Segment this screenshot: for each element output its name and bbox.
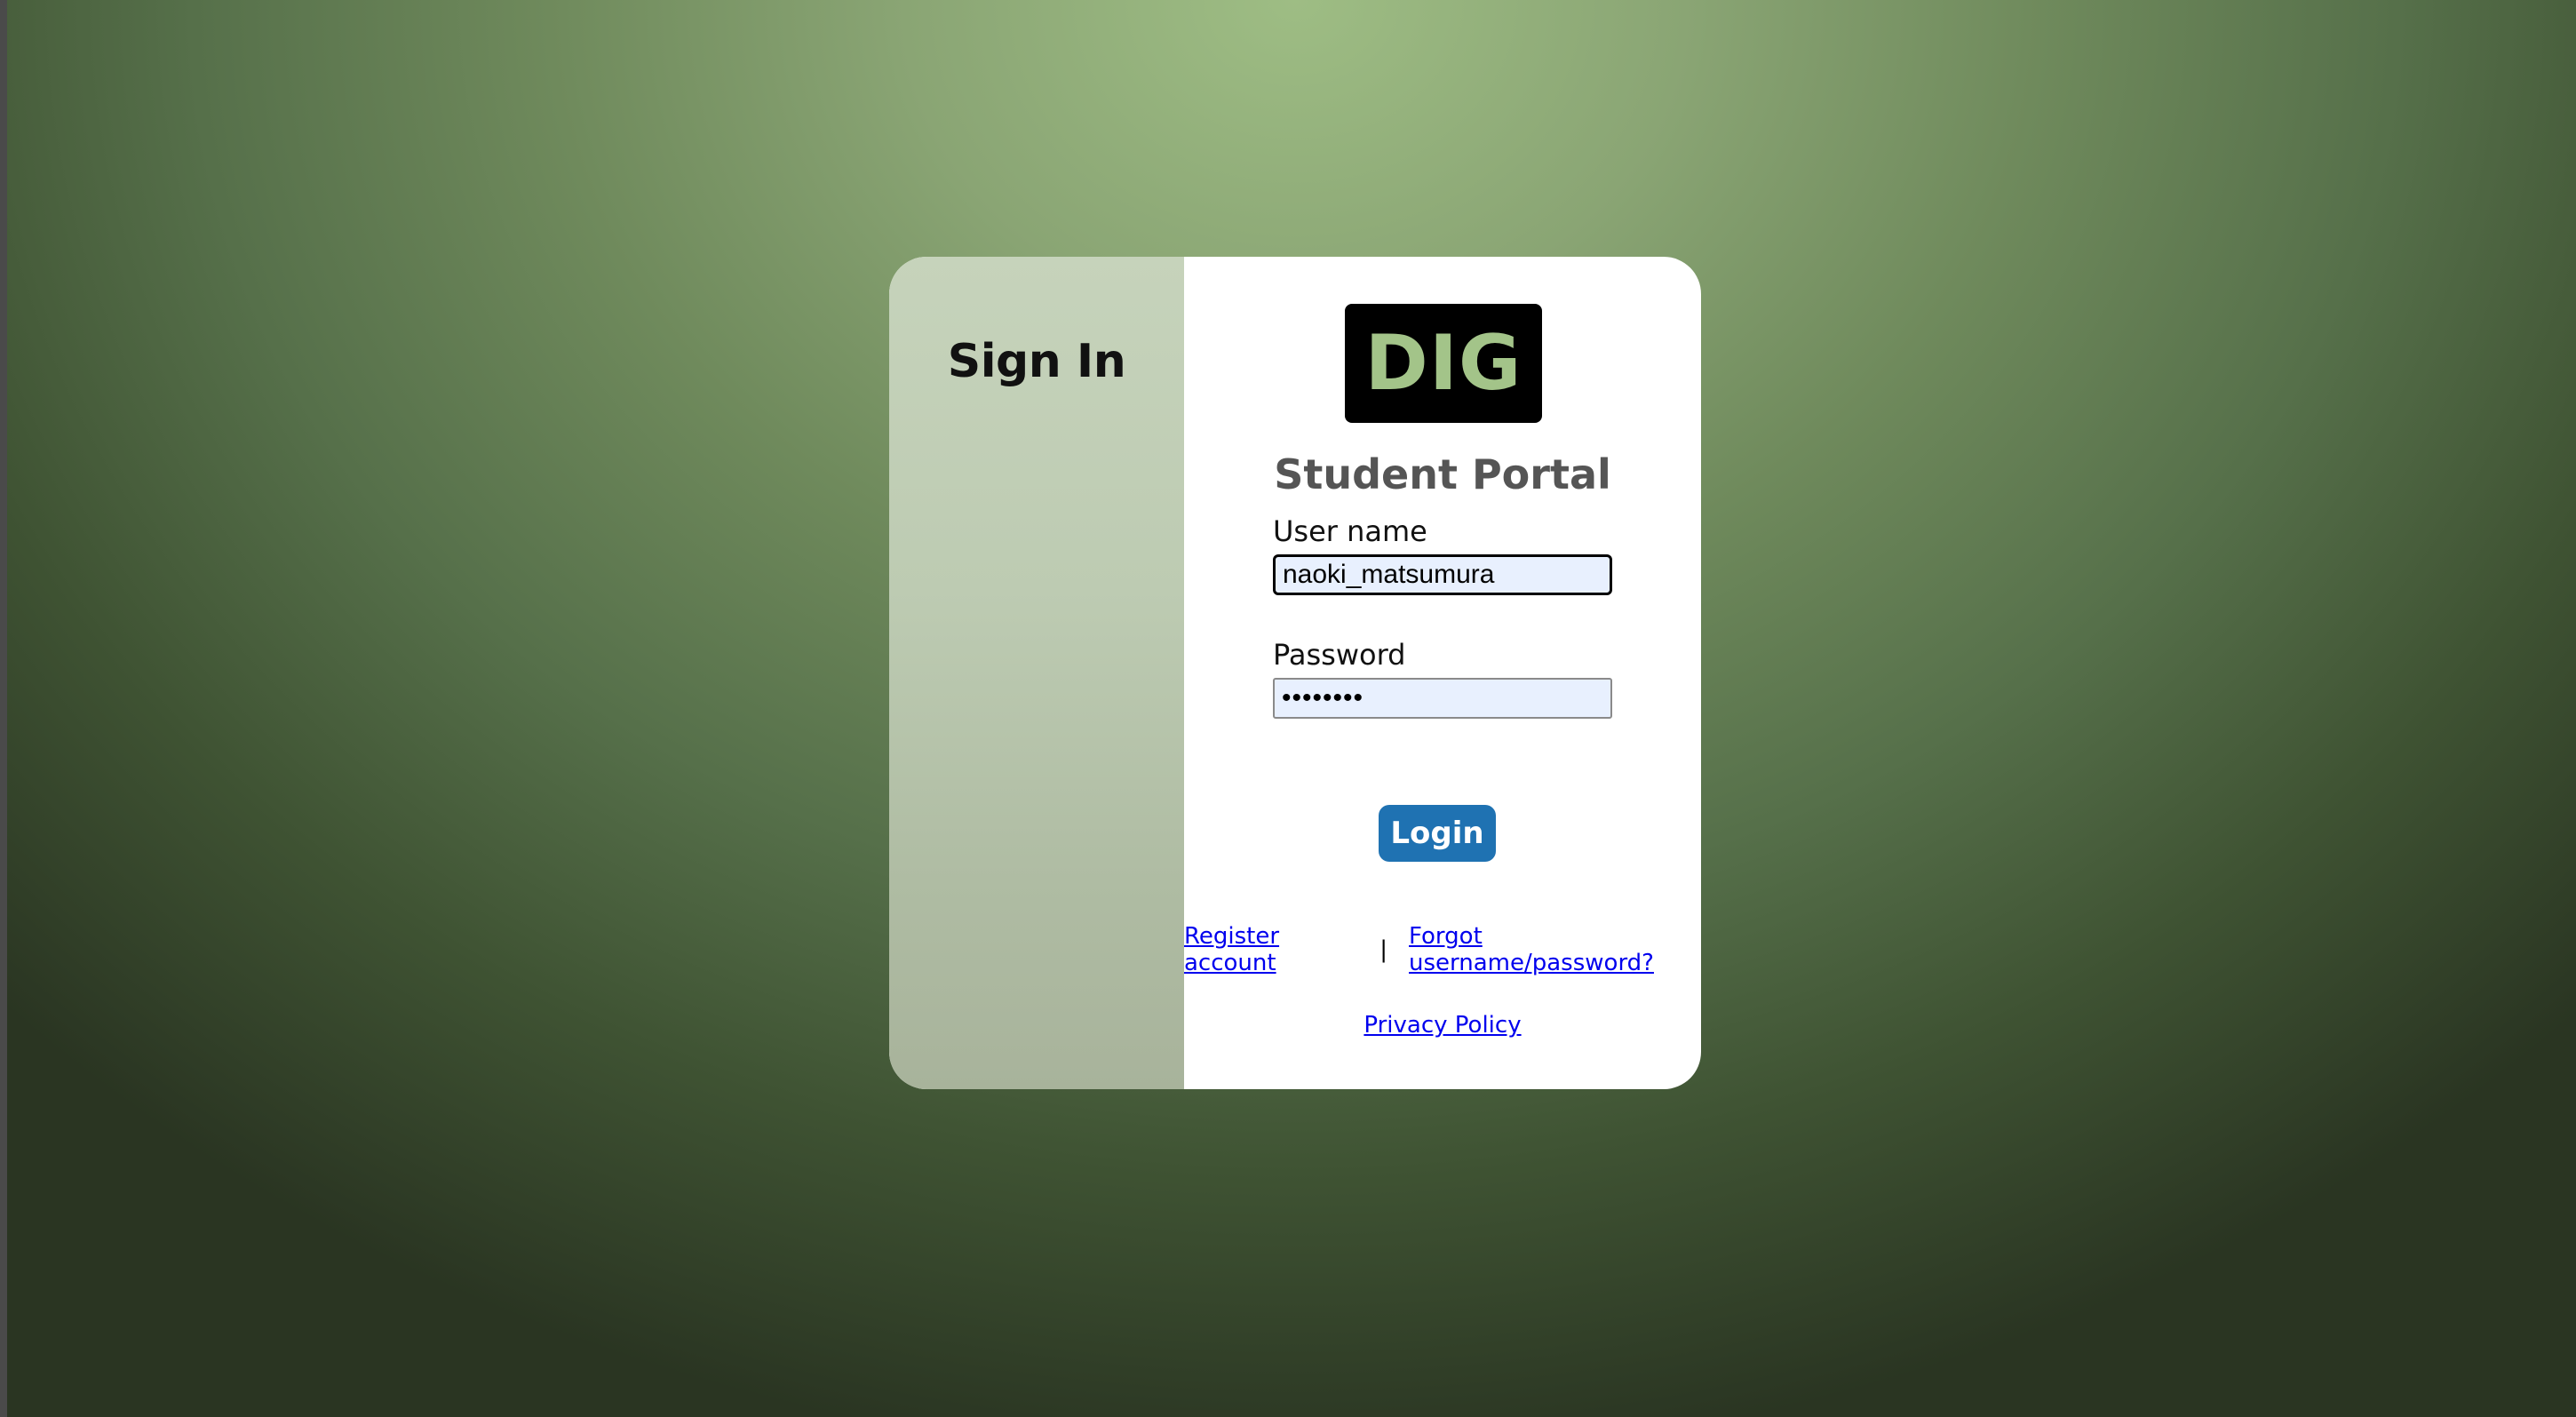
login-button[interactable]: Login xyxy=(1379,805,1496,862)
account-links: Register account | Forgot username/passw… xyxy=(1184,923,1701,976)
window-left-edge xyxy=(0,0,7,1417)
register-account-link[interactable]: Register account xyxy=(1184,923,1358,976)
privacy-policy-link[interactable]: Privacy Policy xyxy=(1364,1012,1521,1039)
forgot-credentials-link[interactable]: Forgot username/password? xyxy=(1409,923,1701,976)
page-background: Sign In DIG Student Portal User name Pas… xyxy=(7,0,2576,1417)
username-label: User name xyxy=(1273,514,1427,548)
logo-text: DIG xyxy=(1364,319,1523,408)
username-input[interactable] xyxy=(1273,554,1612,595)
privacy-row: Privacy Policy xyxy=(1184,1012,1701,1039)
sign-in-panel: Sign In xyxy=(889,257,1184,1089)
dig-logo: DIG xyxy=(1345,304,1542,423)
password-label: Password xyxy=(1273,638,1406,672)
portal-title: Student Portal xyxy=(1274,450,1611,498)
login-form-panel: DIG Student Portal User name Password Lo… xyxy=(1184,257,1701,1089)
link-separator: | xyxy=(1379,936,1387,963)
sign-in-title: Sign In xyxy=(947,335,1126,388)
password-input[interactable] xyxy=(1273,678,1612,719)
login-card: Sign In DIG Student Portal User name Pas… xyxy=(889,257,1701,1089)
